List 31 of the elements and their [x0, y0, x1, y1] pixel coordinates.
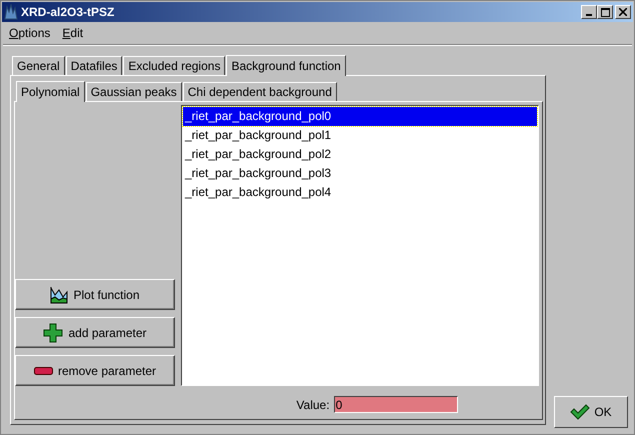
- value-label: Value:: [296, 398, 330, 412]
- minimize-button[interactable]: [581, 5, 597, 19]
- add-parameter-button[interactable]: add parameter: [15, 317, 175, 348]
- window-title: XRD-al2O3-tPSZ: [21, 5, 114, 19]
- list-item[interactable]: _riet_par_background_pol3: [183, 164, 537, 183]
- remove-parameter-button[interactable]: remove parameter: [15, 355, 175, 386]
- list-item[interactable]: _riet_par_background_pol4: [183, 183, 537, 202]
- tab[interactable]: Polynomial: [16, 81, 85, 102]
- checkmark-icon: [570, 404, 590, 420]
- chart-icon: [50, 286, 68, 304]
- close-icon: [619, 8, 627, 16]
- minus-icon: [34, 366, 53, 374]
- tab[interactable]: Datafiles: [66, 56, 122, 75]
- tab[interactable]: Excluded regions: [123, 56, 226, 75]
- plus-icon: [43, 322, 64, 342]
- ok-button[interactable]: OK: [554, 396, 628, 428]
- list-item[interactable]: _riet_par_background_pol2: [183, 145, 537, 164]
- tab[interactable]: General: [12, 56, 65, 75]
- tab[interactable]: Background function: [226, 55, 346, 76]
- close-button[interactable]: [615, 5, 631, 19]
- value-field[interactable]: 0: [334, 396, 458, 413]
- plot-function-button[interactable]: Plot function: [15, 279, 175, 310]
- app-icon: [4, 4, 18, 20]
- maximize-icon: [600, 8, 610, 16]
- maximize-button[interactable]: [597, 5, 613, 19]
- list-item[interactable]: _riet_par_background_pol0: [183, 107, 537, 126]
- menu-item[interactable]: Edit: [62, 26, 84, 42]
- list-item[interactable]: _riet_par_background_pol1: [183, 126, 537, 145]
- tab[interactable]: Gaussian peaks: [86, 82, 182, 101]
- tab[interactable]: Chi dependent background: [182, 82, 337, 101]
- menu-item[interactable]: Options: [9, 26, 50, 42]
